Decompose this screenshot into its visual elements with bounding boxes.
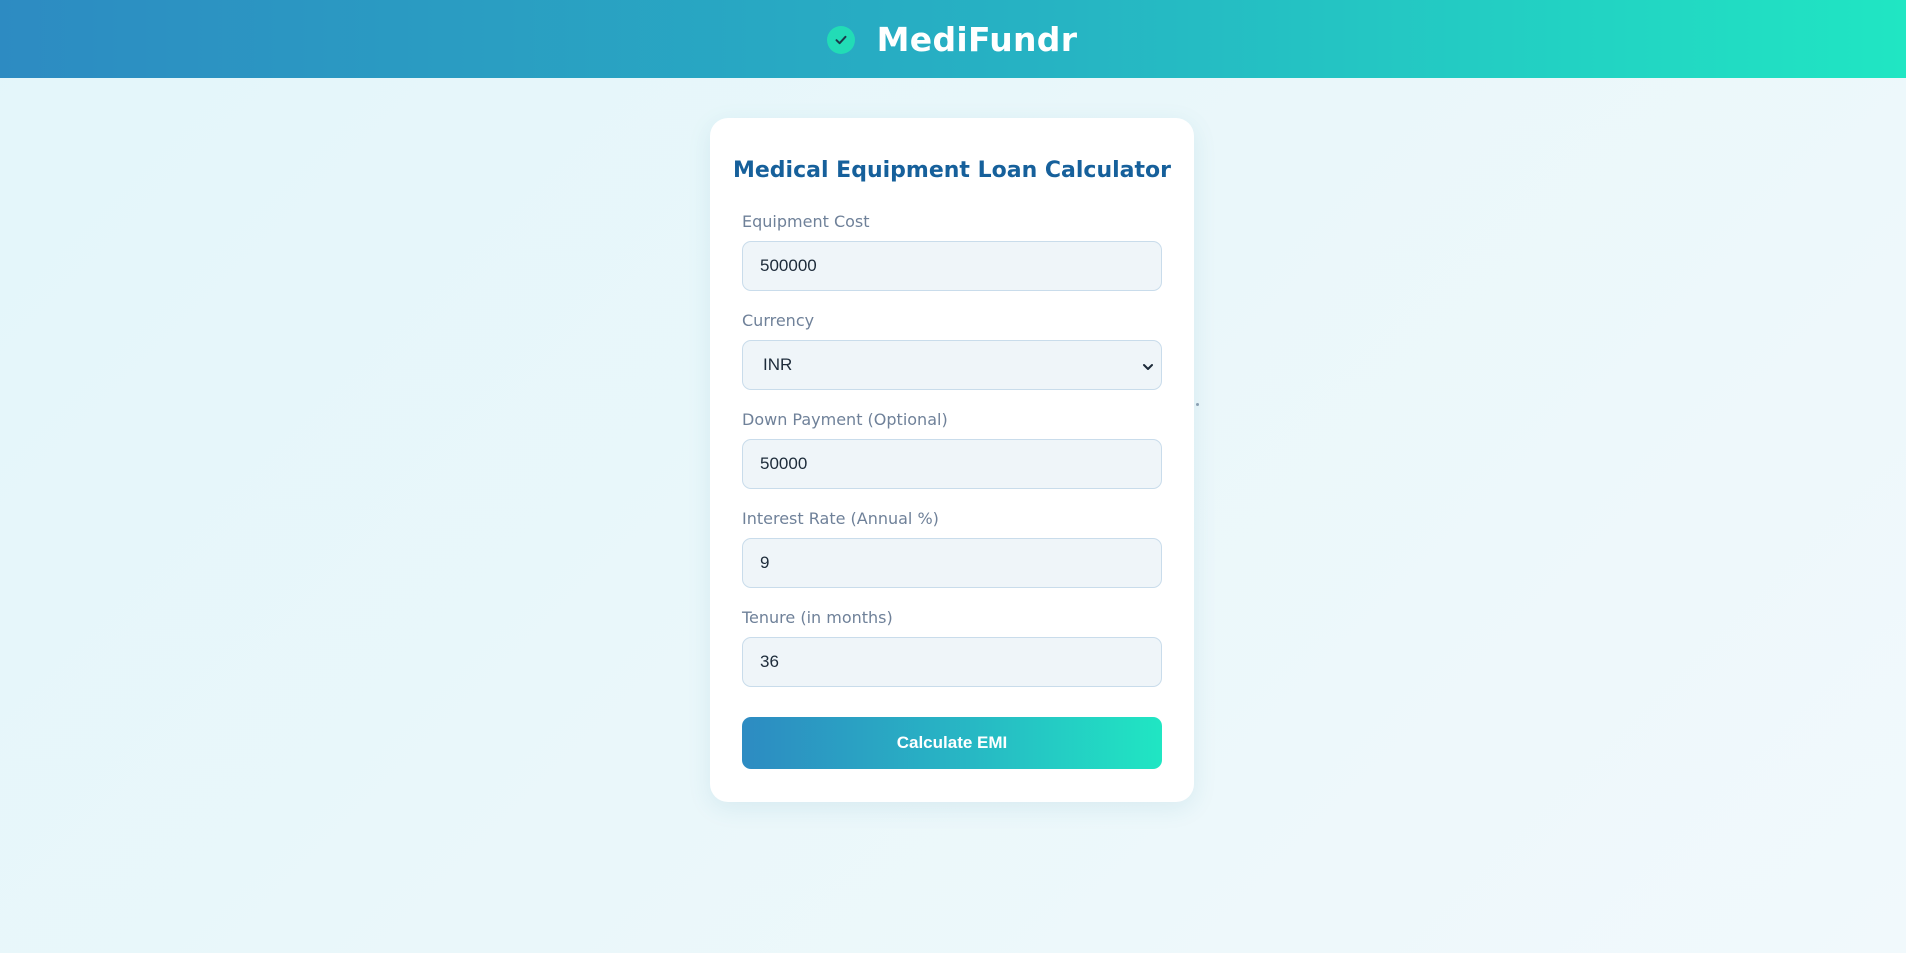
- decorative-dot: [1196, 403, 1199, 406]
- down-payment-label: Down Payment (Optional): [742, 410, 948, 429]
- tenure-label: Tenure (in months): [742, 608, 893, 627]
- calculate-emi-button[interactable]: Calculate EMI: [742, 717, 1162, 769]
- calculator-form: Medical Equipment Loan Calculator Equipm…: [710, 0, 1194, 953]
- interest-rate-label: Interest Rate (Annual %): [742, 509, 939, 528]
- interest-rate-value: 9: [760, 553, 770, 572]
- currency-label: Currency: [742, 311, 815, 330]
- equipment-cost-label: Equipment Cost: [742, 212, 870, 231]
- tenure-value: 36: [760, 652, 779, 671]
- down-payment-value: 50000: [760, 454, 808, 473]
- tenure-input[interactable]: 36: [742, 637, 1162, 687]
- chevron-down-icon: [1141, 359, 1155, 373]
- down-payment-input[interactable]: 50000: [742, 439, 1162, 489]
- equipment-cost-value: 500000: [760, 256, 817, 275]
- currency-select[interactable]: INR: [742, 340, 1162, 390]
- currency-value: INR: [763, 355, 793, 374]
- equipment-cost-input[interactable]: 500000: [742, 241, 1162, 291]
- calculator-title: Medical Equipment Loan Calculator: [732, 158, 1171, 183]
- interest-rate-input[interactable]: 9: [742, 538, 1162, 588]
